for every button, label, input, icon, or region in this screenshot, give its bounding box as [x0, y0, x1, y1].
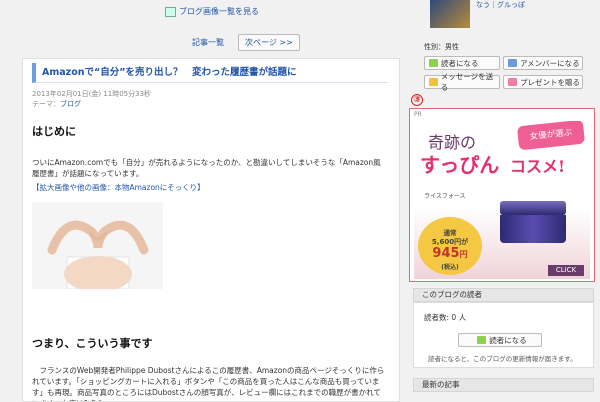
pr-ad-box: PR 奇跡の すっぴん コスメ! 女優が選ぶ ライスフォース 通常 5,600円… — [409, 108, 595, 282]
amember-label: アメンバーになる — [520, 58, 580, 68]
message-icon — [429, 78, 438, 86]
article-photo — [32, 202, 163, 289]
article-title[interactable]: Amazonで“自分”を売り出し？ 変わった履歴書が話題に — [32, 63, 388, 83]
send-message-label: メッセージを送る — [440, 72, 494, 92]
readers-note: 読者になると、このブログの更新情報が届きます。 — [428, 355, 577, 363]
become-reader-label: 読者になる — [441, 58, 479, 68]
profile-gender: 性別：男性 — [424, 43, 459, 51]
ad-price-label: 通常 — [443, 229, 457, 237]
ad-price-badge: 通常 5,600円が 945円 (税込) — [418, 217, 482, 275]
reader-icon — [429, 59, 438, 67]
readers-header: このブログの読者 — [413, 288, 594, 302]
readers-count: 読者数: 0 人 — [424, 313, 467, 322]
ad-jar-body — [500, 215, 566, 243]
readers-button-label: 読者になる — [489, 335, 527, 345]
blog-image-gallery-link[interactable]: ブログ画像一覧を見る — [165, 6, 259, 17]
ad-price-new-row: 945円 — [418, 247, 482, 262]
readers-become-reader-button[interactable]: 読者になる — [458, 333, 542, 347]
ad-jar-lid — [500, 201, 566, 215]
section2-paragraph: フランスのWeb開発者Philippe Dubostさんによるこの履歴書、Ama… — [32, 366, 385, 401]
become-reader-button[interactable]: 読者になる — [424, 56, 500, 70]
intro-paragraph: ついにAmazon.comでも「自分」が売れるようになったのか、と勘違いしてしま… — [32, 158, 381, 178]
ad-price-new: 945 — [432, 246, 460, 261]
article-meta: 2013年02月01日(金) 11時05分33秒 テーマ：ブログ — [32, 89, 151, 109]
image-enlarge-link[interactable]: 【拡大画像や他の画像：本物Amazonにそっくり】 — [32, 182, 387, 193]
become-amember-button[interactable]: アメンバーになる — [503, 56, 583, 70]
heart-hands-photo — [32, 202, 163, 289]
pr-label: PR — [414, 111, 422, 118]
ad-banner[interactable]: 奇跡の すっぴん コスメ! 女優が選ぶ ライスフォース 通常 5,600円が 9… — [414, 121, 590, 279]
image-icon — [165, 6, 176, 17]
article-theme: テーマ：ブログ — [32, 99, 151, 109]
annotation-marker: ③ — [411, 94, 423, 106]
heading-section2: つまり、こういう事です — [32, 337, 153, 350]
theme-link[interactable]: ブログ — [60, 100, 81, 108]
ad-brand: ライスフォース — [424, 193, 466, 200]
present-icon — [508, 78, 517, 86]
gallery-link-text[interactable]: ブログ画像一覧を見る — [179, 6, 259, 17]
profile-links[interactable]: なう｜グルっぽ — [476, 0, 525, 10]
send-present-button[interactable]: プレゼントを贈る — [503, 75, 583, 89]
ad-click-button[interactable]: CLICK — [548, 265, 584, 276]
reader-icon — [477, 336, 487, 344]
send-message-button[interactable]: メッセージを送る — [424, 72, 500, 92]
ad-yen: 円 — [459, 250, 468, 259]
readers-panel: 読者数: 0 人 読者になる 読者になると、このブログの更新情報が届きます。 — [413, 302, 594, 368]
send-present-label: プレゼントを贈る — [520, 77, 580, 87]
ad-bubble: 女優が選ぶ — [516, 121, 586, 151]
ad-line2: すっぴん — [420, 153, 500, 177]
recent-articles-header: 最新の記事 — [413, 378, 594, 392]
amember-icon — [508, 59, 517, 67]
article-date: 2013年02月01日(金) 11時05分33秒 — [32, 90, 152, 98]
heading-intro: はじめに — [32, 125, 76, 138]
next-page-button[interactable]: 次ページ >> — [238, 34, 300, 51]
article-list-link[interactable]: 記事一覧 — [192, 37, 224, 48]
ad-line3: コスメ! — [510, 157, 566, 176]
profile-thumbnail[interactable] — [430, 0, 470, 28]
ad-tax: (税込) — [441, 264, 459, 271]
theme-label: テーマ： — [32, 100, 60, 108]
article-nav: 記事一覧 次ページ >> — [192, 34, 300, 51]
article-card: Amazonで“自分”を売り出し？ 変わった履歴書が話題に 2013年02月01… — [22, 58, 400, 402]
